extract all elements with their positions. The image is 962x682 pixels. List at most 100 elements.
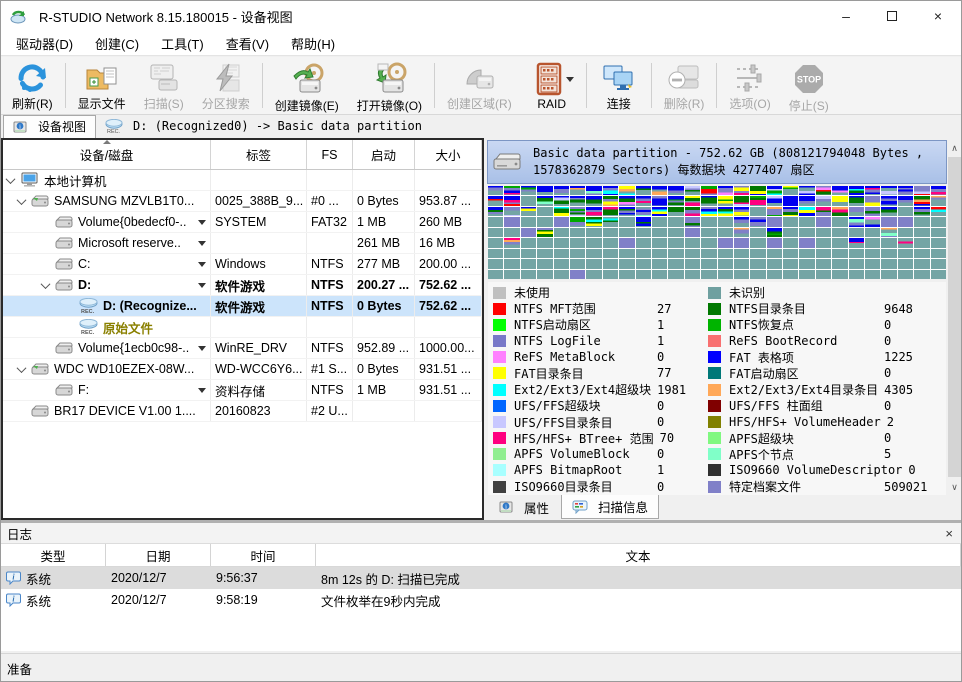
scan-panel-scrollbar[interactable]: ∧ ∨: [947, 140, 962, 495]
table-row[interactable]: WDC WD10EZEX-08W...WD-WCC6Y6...#1 S...0 …: [3, 359, 482, 380]
dropdown-arrow-icon[interactable]: [198, 346, 206, 351]
log-type: 系统: [26, 569, 51, 588]
scan-block: [881, 238, 896, 247]
chevron-expanded-icon[interactable]: [6, 174, 16, 184]
scan-block: [603, 270, 618, 279]
dropdown-arrow-icon[interactable]: [198, 220, 206, 225]
dropdown-arrow-icon[interactable]: [198, 262, 206, 267]
close-button[interactable]: ×: [915, 1, 961, 31]
menu-item-0[interactable]: 驱动器(D): [5, 31, 84, 56]
log-column-header-1[interactable]: 日期: [106, 544, 211, 566]
table-row[interactable]: Volume{1ecb0c98-..WinRE_DRVNTFS952.89 ..…: [3, 338, 482, 359]
scan-block: [734, 238, 749, 247]
legend-swatch: [493, 303, 506, 315]
scan-block: [652, 228, 667, 237]
column-header-0[interactable]: 设备/磁盘: [3, 140, 211, 169]
scan-block: [570, 196, 585, 205]
toolbar-button-delete: 删除(R): [655, 59, 714, 112]
scan-block: [914, 270, 929, 279]
log-row[interactable]: i系统2020/12/79:56:378m 12s 的 D: 扫描已完成: [1, 567, 962, 589]
tab-recognized-partition[interactable]: REC. D: (Recognized0) -> Basic data part…: [96, 115, 431, 138]
scan-block: [652, 186, 667, 195]
scan-block: [668, 238, 683, 247]
legend-item: UFS/FFS目录条目0: [493, 414, 703, 430]
scan-block: [832, 196, 847, 205]
cell-size: 931.51 ...: [415, 380, 482, 400]
toolbar-button-show-files[interactable]: 显示文件: [69, 59, 135, 112]
column-header-1[interactable]: 标签: [211, 140, 307, 169]
chevron-down-icon[interactable]: [566, 77, 574, 82]
chevron-expanded-icon[interactable]: [17, 195, 27, 205]
title-bar: R-STUDIO Network 8.15.180015 - 设备视图 – ×: [1, 1, 961, 31]
legend-swatch: [708, 481, 721, 493]
scan-block: [849, 259, 864, 268]
legend-count: 77: [657, 366, 703, 380]
cell-start: 261 MB: [353, 233, 415, 253]
scan-block: [931, 207, 946, 216]
scan-block: [701, 207, 716, 216]
table-row[interactable]: Volume{0bedecf0-..SYSTEMFAT321 MB260 MB: [3, 212, 482, 233]
scan-block: [554, 238, 569, 247]
table-row[interactable]: Microsoft reserve..261 MB16 MB: [3, 233, 482, 254]
scroll-down-button[interactable]: ∨: [947, 479, 962, 495]
toolbar-button-refresh[interactable]: 刷新(R): [3, 59, 62, 112]
tab-properties[interactable]: i 属性: [489, 495, 559, 519]
dropdown-arrow-icon[interactable]: [198, 388, 206, 393]
scroll-up-button[interactable]: ∧: [947, 140, 962, 156]
scrollbar-thumb[interactable]: [948, 157, 961, 477]
menu-item-1[interactable]: 创建(C): [84, 31, 150, 56]
cell-label: SYSTEM: [211, 212, 307, 232]
table-row[interactable]: REC.D: (Recognize...软件游戏NTFS0 Bytes752.6…: [3, 296, 482, 317]
scan-block: [554, 270, 569, 279]
tab-scan-info[interactable]: 扫描信息: [561, 495, 659, 519]
dropdown-arrow-icon[interactable]: [198, 241, 206, 246]
scan-block: [750, 217, 765, 226]
log-column-header-0[interactable]: 类型: [1, 544, 106, 566]
log-row[interactable]: i系统2020/12/79:58:19文件枚举在9秒内完成: [1, 589, 962, 611]
table-row[interactable]: REC.原始文件: [3, 317, 482, 338]
toolbar-button-connect[interactable]: 连接: [590, 59, 648, 112]
minimize-button[interactable]: –: [823, 1, 869, 31]
scan-block: [521, 196, 536, 205]
legend-label: NTFS启动扇区: [514, 316, 651, 333]
chevron-expanded-icon[interactable]: [17, 363, 27, 373]
column-header-3[interactable]: 启动: [353, 140, 415, 169]
log-close-button[interactable]: ×: [941, 526, 957, 541]
toolbar-separator: [586, 63, 587, 108]
chevron-expanded-icon[interactable]: [41, 279, 51, 289]
menu-item-3[interactable]: 查看(V): [215, 31, 280, 56]
table-row[interactable]: BR17 DEVICE V1.00 1....20160823#2 U...: [3, 401, 482, 422]
toolbar-button-create-image[interactable]: 创建镜像(E): [266, 59, 348, 112]
tab-device-view[interactable]: i 设备视图: [3, 115, 96, 138]
column-header-2[interactable]: FS: [307, 140, 353, 169]
toolbar-button-label: 删除(R): [664, 95, 705, 112]
scan-info-icon: [572, 500, 588, 514]
maximize-button[interactable]: [869, 1, 915, 31]
table-row[interactable]: D:软件游戏NTFS200.27 ...752.62 ...: [3, 275, 482, 296]
menu-item-4[interactable]: 帮助(H): [280, 31, 346, 56]
table-row[interactable]: F:资料存储NTFS1 MB931.51 ...: [3, 380, 482, 401]
log-type: 系统: [26, 591, 51, 610]
disk-icon: [55, 342, 73, 355]
table-row[interactable]: 本地计算机: [3, 170, 482, 191]
column-header-4[interactable]: 大小: [415, 140, 482, 169]
partition-info-header: Basic data partition - 752.62 GB (808121…: [487, 140, 947, 184]
scan-block: [898, 186, 913, 195]
device-name: D: (Recognize...: [103, 299, 197, 313]
scan-block: [881, 186, 896, 195]
scan-block: [914, 249, 929, 258]
table-row[interactable]: C:WindowsNTFS277 MB200.00 ...: [3, 254, 482, 275]
device-name: D:: [78, 278, 91, 292]
table-row[interactable]: SAMSUNG MZVLB1T0...0025_388B_9...#0 ...0…: [3, 191, 482, 212]
column-header-label: 启动: [371, 145, 396, 164]
toolbar-button-raid[interactable]: RAID: [521, 59, 583, 112]
log-column-header-3[interactable]: 文本: [316, 544, 961, 566]
scan-block: [652, 270, 667, 279]
dropdown-arrow-icon[interactable]: [198, 283, 206, 288]
toolbar-button-open-image[interactable]: 打开镜像(O): [348, 59, 431, 112]
cell-start: [353, 317, 415, 337]
menu-item-2[interactable]: 工具(T): [150, 31, 215, 56]
legend-label: HFS/HFS+ BTree+ 范围: [514, 430, 654, 447]
scan-block: [521, 270, 536, 279]
log-column-header-2[interactable]: 时间: [211, 544, 316, 566]
